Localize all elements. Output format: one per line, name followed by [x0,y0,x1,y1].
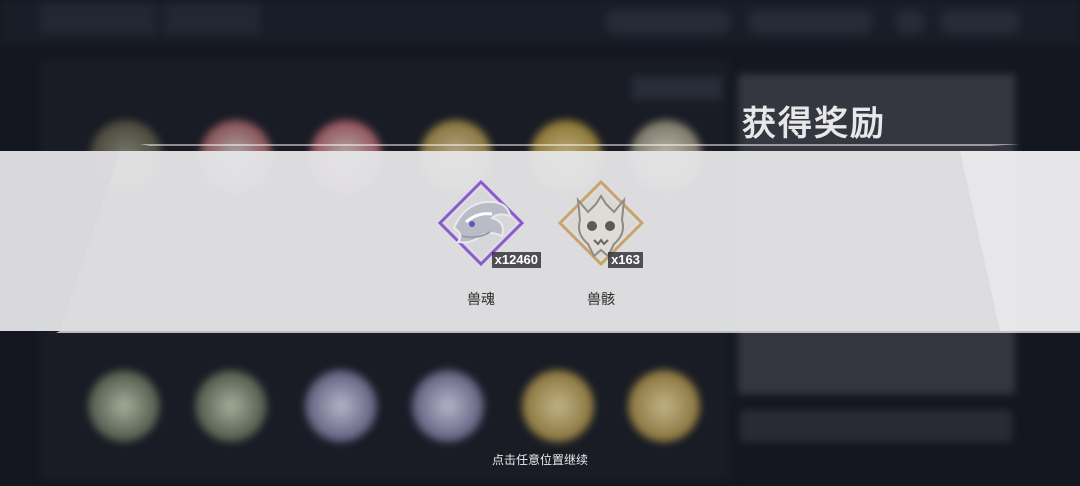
detail-button [740,410,1012,442]
settings-icon [940,10,1020,34]
reward-item[interactable]: x12460 兽魂 [421,178,541,318]
medal-icon [522,370,594,442]
item-count: x163 [608,252,643,268]
currency-display [605,10,730,34]
item-name: 兽骸 [587,292,615,308]
medal-icon [90,120,162,192]
mail-icon [895,10,925,34]
reward-item[interactable]: x163 兽骸 [541,178,661,318]
medal-icon [195,370,267,442]
medal-icon [305,370,377,442]
reward-screen[interactable]: 获得奖励 x12460 兽魂 x163 兽骸 点击任意位置继续 [0,0,1080,486]
item-count: x12460 [491,252,541,268]
medal-icon [88,370,160,442]
reward-title: 获得奖励 [742,104,886,144]
filter-button [632,76,722,100]
medal-icon [412,370,484,442]
medal-icon [628,370,700,442]
back-button [40,4,155,34]
medal-icon [200,120,272,192]
top-tab [165,4,260,34]
continue-hint: 点击任意位置继续 [491,453,588,467]
currency-display [748,10,873,34]
item-name: 兽魂 [467,292,495,308]
medal-icon [310,120,382,192]
top-bar [0,0,1080,44]
